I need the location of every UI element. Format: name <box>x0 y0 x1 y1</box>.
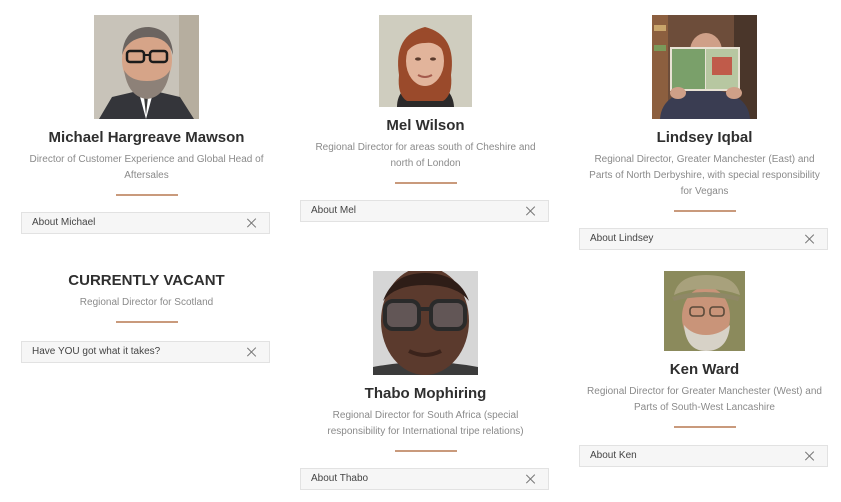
member-role: Regional Director for areas south of Che… <box>315 142 536 169</box>
close-x-icon <box>526 206 536 216</box>
member-name: CURRENTLY VACANT <box>68 272 225 289</box>
about-michael-toggle[interactable]: About Michael <box>21 212 270 234</box>
toggle-label: Have YOU got what it takes? <box>32 346 161 357</box>
toggle-label: About Mel <box>311 205 357 216</box>
photo-michael <box>94 15 199 119</box>
photo-thabo <box>373 271 478 375</box>
separator <box>673 210 736 212</box>
separator <box>394 450 457 452</box>
member-name: Michael Hargreave Mawson <box>48 129 245 146</box>
team-card-vacant: CURRENTLY VACANT Regional Director for S… <box>21 263 272 363</box>
about-ken-toggle[interactable]: About Ken <box>579 445 828 467</box>
separator <box>115 194 178 196</box>
separator <box>115 321 178 323</box>
member-role: Regional Director for Greater Manchester… <box>587 386 822 413</box>
about-thabo-toggle[interactable]: About Thabo <box>300 468 549 490</box>
member-role: Regional Director for Scotland <box>79 297 214 308</box>
member-name: Lindsey Iqbal <box>656 129 753 146</box>
team-card-mel: Mel Wilson Regional Director for areas s… <box>300 15 551 222</box>
toggle-label: About Lindsey <box>590 233 654 244</box>
close-x-icon <box>805 451 815 461</box>
photo-ken <box>664 271 745 351</box>
toggle-label: About Thabo <box>311 473 369 484</box>
close-x-icon <box>805 234 815 244</box>
member-name: Thabo Mophiring <box>364 385 487 402</box>
about-mel-toggle[interactable]: About Mel <box>300 200 549 222</box>
team-card-ken: Ken Ward Regional Director for Greater M… <box>579 271 830 467</box>
toggle-label: About Ken <box>590 450 637 461</box>
member-role: Director of Customer Experience and Glob… <box>29 154 264 181</box>
member-role: Regional Director for South Africa (spec… <box>327 410 524 437</box>
member-name: Ken Ward <box>669 361 740 378</box>
close-x-icon <box>247 347 257 357</box>
team-card-thabo: Thabo Mophiring Regional Director for So… <box>300 271 551 490</box>
team-card-michael: Michael Hargreave Mawson Director of Cus… <box>21 15 272 234</box>
close-x-icon <box>247 218 257 228</box>
vacant-toggle[interactable]: Have YOU got what it takes? <box>21 341 270 363</box>
separator <box>394 182 457 184</box>
photo-lindsey <box>652 15 757 119</box>
team-card-lindsey: Lindsey Iqbal Regional Director, Greater… <box>579 15 830 250</box>
member-name: Mel Wilson <box>386 117 465 134</box>
about-lindsey-toggle[interactable]: About Lindsey <box>579 228 828 250</box>
close-x-icon <box>526 474 536 484</box>
member-role: Regional Director, Greater Manchester (E… <box>589 154 820 197</box>
photo-mel <box>379 15 472 107</box>
toggle-label: About Michael <box>32 217 96 228</box>
separator <box>673 426 736 428</box>
